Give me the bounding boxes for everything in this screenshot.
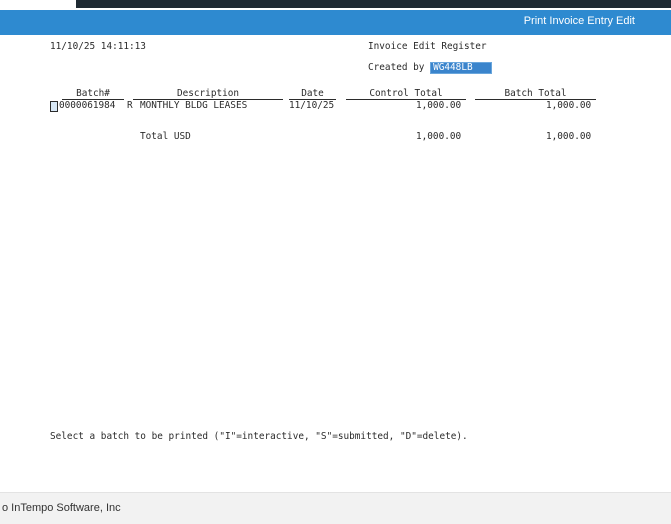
report-timestamp: 11/10/25 14:11:13 [50,41,146,52]
created-by-user-field[interactable]: WG448LB [430,62,493,74]
total-batch-total: 1,000.00 [546,131,592,142]
title-bar: Print Invoice Entry Edit [0,10,671,35]
created-by: Created by WG448LB [368,55,493,74]
total-control-total: 1,000.00 [416,131,462,142]
column-header-control-total: Control Total [346,89,466,100]
column-header-description: Description [133,89,283,100]
window-title: Print Invoice Entry Edit [523,15,635,27]
batch-date: 11/10/25 [289,100,335,111]
window-top-border [76,0,671,8]
batch-select-input[interactable] [50,101,58,112]
totals-row: Total USD 1,000.00 1,000.00 [50,131,610,143]
created-by-label: Created by [368,62,425,73]
column-header-batch-total: Batch Total [475,89,596,100]
batch-flag: R [127,100,133,111]
table-row: 0000061984 R MONTHLY BLDG LEASES 11/10/2… [50,100,610,112]
batch-control-total: 1,000.00 [416,100,462,111]
column-header-date: Date [289,89,336,100]
report-heading: Invoice Edit Register [368,41,487,52]
terminal-screen: 11/10/25 14:11:13 Invoice Edit Register … [0,35,671,492]
batch-description: MONTHLY BLDG LEASES [140,100,248,111]
footer: o InTempo Software, Inc [0,492,671,524]
total-label: Total USD [140,131,191,142]
copyright-text: o InTempo Software, Inc [2,502,121,514]
batch-number: 0000061984 [59,100,116,111]
instruction-text: Select a batch to be printed ("I"=intera… [50,431,468,442]
batch-batch-total: 1,000.00 [546,100,592,111]
column-header-batch: Batch# [62,89,124,100]
